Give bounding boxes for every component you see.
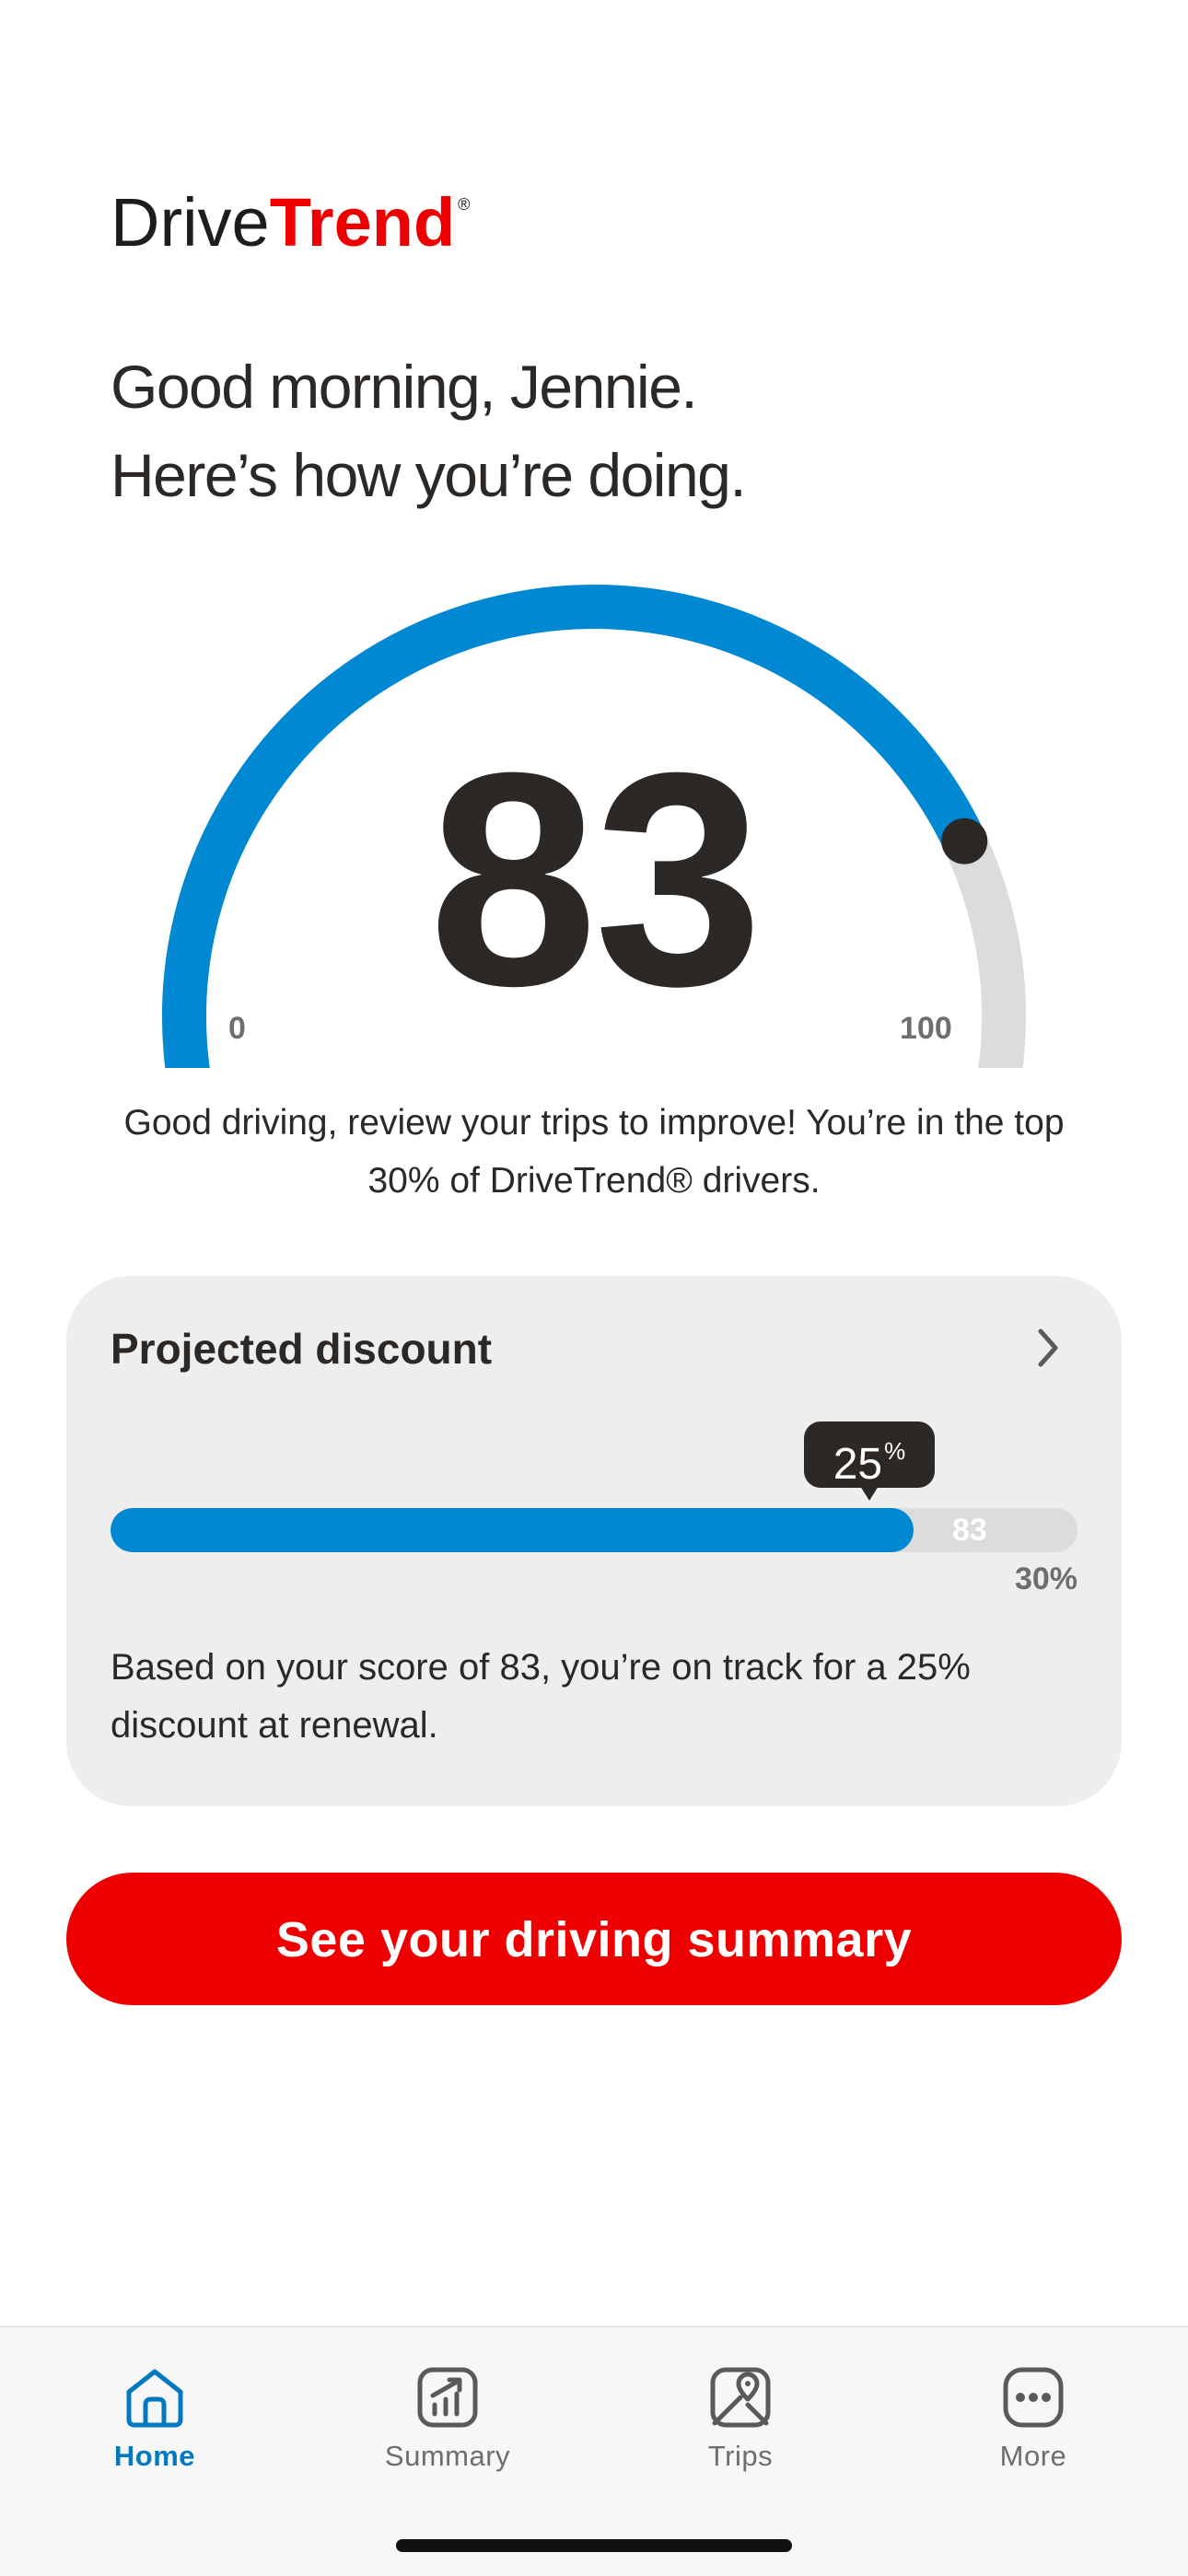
tab-home[interactable]: Home: [53, 2364, 256, 2473]
score-message: Good driving, review your trips to impro…: [123, 1103, 1065, 1201]
chart-icon: [417, 2367, 478, 2428]
more-icon: [1003, 2367, 1064, 2428]
tab-summary-label: Summary: [384, 2440, 511, 2472]
tooltip-unit: %: [884, 1437, 906, 1465]
tab-more-label: More: [999, 2440, 1067, 2472]
driving-score: 83: [428, 709, 763, 1049]
home-indicator: [396, 2539, 792, 2552]
gauge-max-label: 100: [900, 1011, 952, 1046]
tooltip-value: 25: [833, 1440, 883, 1489]
map-pin-icon: [710, 2367, 771, 2428]
chevron-right-icon[interactable]: [1028, 1322, 1068, 1374]
see-driving-summary-button[interactable]: See your driving summary: [66, 1873, 1122, 2005]
discount-progress-fill: [111, 1508, 914, 1552]
card-title: Projected discount: [111, 1325, 493, 1373]
projected-discount-card[interactable]: Projected discount 25% 83 30% Based on y…: [66, 1276, 1122, 1806]
progress-max-label: 30%: [1014, 1561, 1077, 1596]
discount-tooltip: 25%: [804, 1421, 935, 1501]
gauge-min-label: 0: [228, 1011, 246, 1046]
tab-summary[interactable]: Summary: [346, 2364, 549, 2473]
tab-trips-label: Trips: [707, 2440, 774, 2472]
tab-trips[interactable]: Trips: [639, 2364, 842, 2473]
home-icon: [126, 2369, 183, 2428]
discount-description: Based on your score of 83, you’re on tra…: [111, 1647, 971, 1746]
tab-home-label: Home: [113, 2440, 196, 2472]
tab-more[interactable]: More: [932, 2364, 1135, 2473]
discount-progress-bar: [111, 1508, 1077, 1552]
progress-score-label: 83: [952, 1513, 987, 1548]
